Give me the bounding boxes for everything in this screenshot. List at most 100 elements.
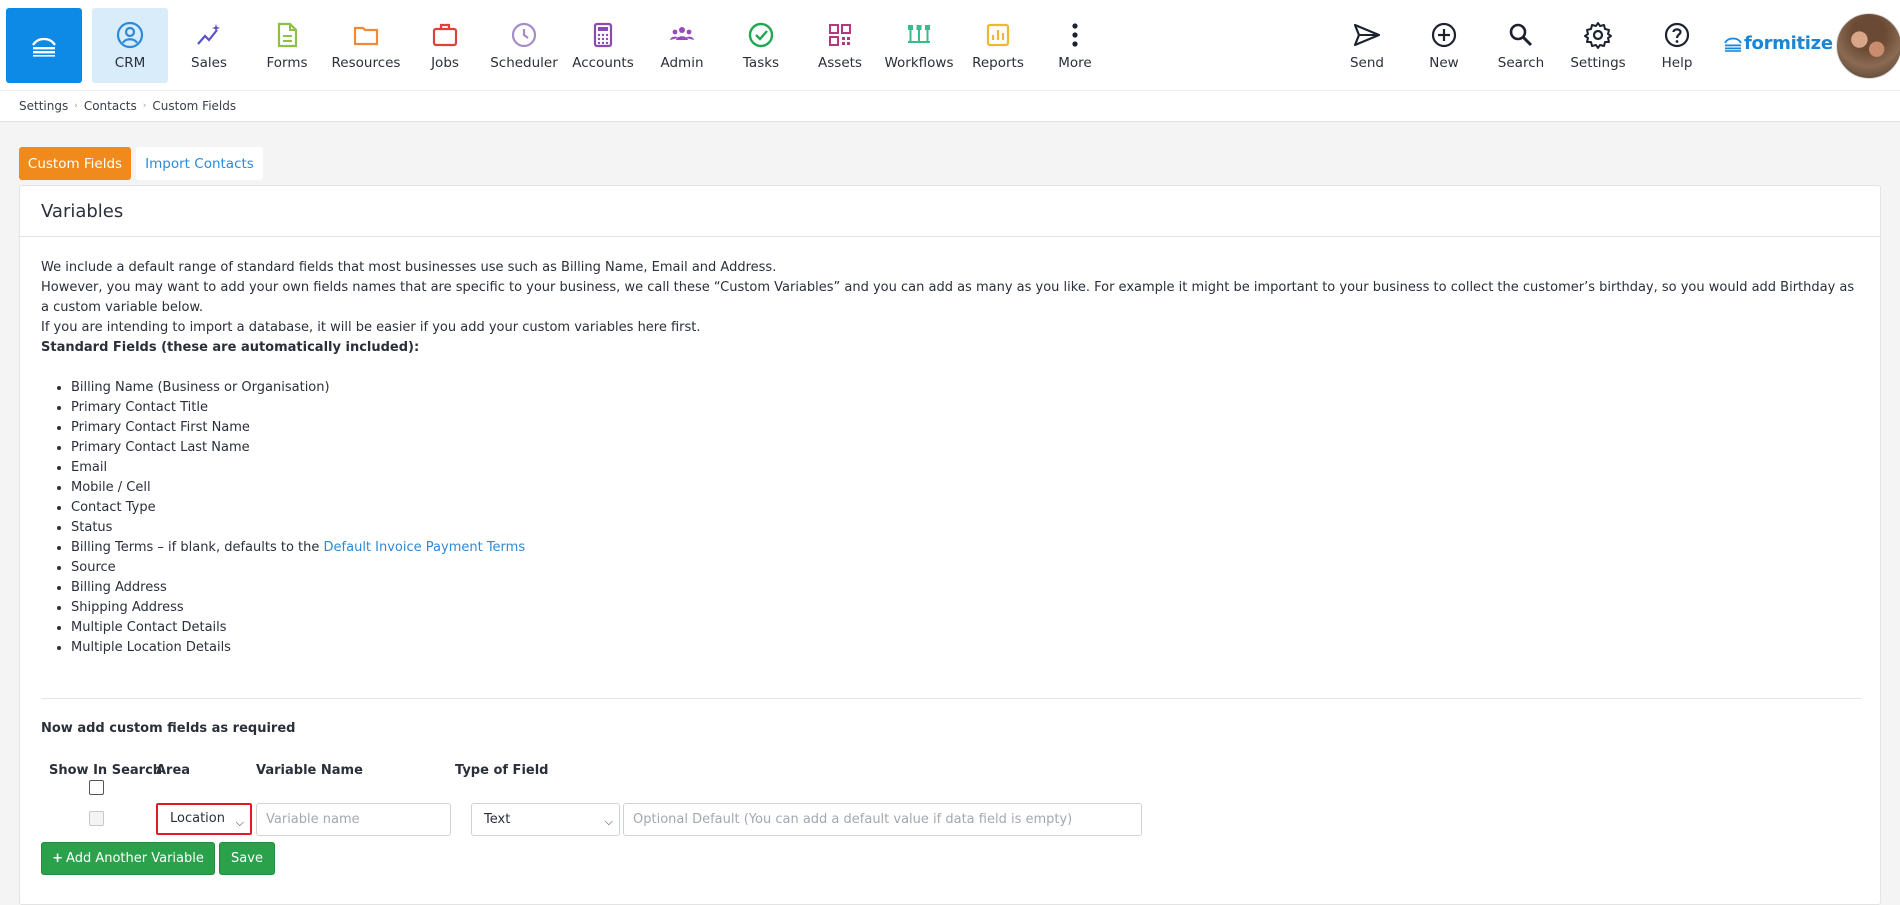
nav-help[interactable]: Help: [1639, 8, 1715, 83]
list-item: Source: [71, 558, 1861, 578]
nav-forms[interactable]: Forms: [249, 8, 325, 83]
breadcrumb-separator-icon: ›: [142, 101, 147, 111]
search-icon: [1509, 23, 1533, 47]
nav-label: Tasks: [742, 55, 780, 71]
nav-scheduler[interactable]: Scheduler: [486, 8, 562, 83]
trend-sparkle-icon: [197, 24, 220, 45]
nav-more[interactable]: More: [1037, 8, 1113, 83]
panel-title: Variables: [20, 186, 1880, 237]
nav-workflows[interactable]: Workflows: [881, 8, 957, 83]
show-in-search-checkbox[interactable]: [89, 811, 104, 826]
nav-assets[interactable]: Assets: [802, 8, 878, 83]
divider: [41, 698, 1861, 699]
list-item: Primary Contact Title: [71, 398, 1861, 418]
user-circle-icon: [116, 21, 144, 49]
clock-icon: [511, 22, 537, 48]
nav-label: Scheduler: [490, 55, 558, 71]
nav-label: Accounts: [572, 55, 634, 71]
breadcrumb-settings[interactable]: Settings: [19, 99, 68, 113]
list-item: Status: [71, 518, 1861, 538]
nav-label: Settings: [1570, 55, 1626, 71]
nav-label: Sales: [191, 55, 227, 71]
breadcrumb: Settings › Contacts › Custom Fields: [0, 90, 1900, 122]
nav-label: Forms: [266, 55, 308, 71]
field-type-value: Text: [484, 811, 511, 827]
plus-icon: +: [52, 850, 64, 866]
top-navigation: CRM Sales Forms Resources Jobs Scheduler…: [0, 0, 1900, 90]
nav-search[interactable]: Search: [1483, 8, 1559, 83]
area-select-value: Location: [170, 811, 225, 826]
avatar[interactable]: [1836, 13, 1900, 79]
nav-label: Search: [1497, 55, 1545, 71]
column-area: Area: [156, 763, 191, 778]
brand-name: formitize: [1744, 33, 1833, 54]
column-show-in-search: Show In Search: [49, 763, 163, 778]
gear-icon: [1584, 22, 1612, 49]
add-another-variable-label: Add Another Variable: [66, 850, 204, 866]
billing-terms-text: Billing Terms – if blank, defaults to th…: [71, 540, 324, 555]
standard-fields-list: Billing Name (Business or Organisation) …: [41, 378, 1861, 658]
brand-logo[interactable]: formitize: [1724, 33, 1833, 54]
breadcrumb-separator-icon: ›: [74, 101, 78, 111]
nav-settings[interactable]: Settings: [1560, 8, 1636, 83]
folder-icon: [353, 26, 379, 46]
column-variable-name: Variable Name: [256, 763, 363, 778]
tab-import-contacts[interactable]: Import Contacts: [136, 147, 263, 180]
intro-paragraph: If you are intending to import a databas…: [41, 320, 701, 335]
nav-admin[interactable]: Admin: [644, 8, 720, 83]
intro-paragraph: However, you may want to add your own fi…: [41, 280, 1855, 315]
nav-label: Help: [1661, 55, 1693, 71]
list-item: Primary Contact Last Name: [71, 438, 1861, 458]
qr-code-icon: [829, 24, 851, 46]
check-circle-icon: [748, 22, 774, 48]
chevron-down-icon: ⌵: [235, 816, 244, 829]
field-type-select[interactable]: Text ⌵: [471, 803, 620, 836]
bar-chart-icon: [986, 23, 1010, 47]
nav-sales[interactable]: Sales: [171, 8, 247, 83]
plus-circle-icon: [1431, 22, 1457, 48]
tab-custom-fields[interactable]: Custom Fields: [19, 147, 131, 180]
nav-label: Reports: [972, 55, 1024, 71]
nav-label: More: [1058, 55, 1092, 71]
nav-label: Jobs: [431, 55, 459, 71]
breadcrumb-contacts[interactable]: Contacts: [84, 99, 137, 113]
more-vertical-icon: [1072, 23, 1078, 47]
nav-send[interactable]: Send: [1329, 8, 1405, 83]
column-type-of-field: Type of Field: [455, 763, 549, 778]
nav-label: Workflows: [884, 55, 954, 71]
save-button[interactable]: Save: [219, 842, 275, 875]
list-item: Multiple Contact Details: [71, 618, 1861, 638]
variable-name-input[interactable]: Variable name: [256, 803, 451, 836]
list-item: Billing Address: [71, 578, 1861, 598]
workflow-icon: [908, 25, 930, 43]
list-item: Billing Terms – if blank, defaults to th…: [71, 538, 1861, 558]
intro-text: We include a default range of standard f…: [41, 258, 1861, 658]
custom-fields-heading: Now add custom fields as required: [41, 721, 296, 736]
nav-new[interactable]: New: [1406, 8, 1482, 83]
list-item: Email: [71, 458, 1861, 478]
add-another-variable-button[interactable]: + Add Another Variable: [41, 842, 215, 875]
list-item: Multiple Location Details: [71, 638, 1861, 658]
area-select[interactable]: Location ⌵: [156, 803, 252, 835]
brand-logo-icon: [1724, 37, 1742, 52]
list-item: Primary Contact First Name: [71, 418, 1861, 438]
list-item: Billing Name (Business or Organisation): [71, 378, 1861, 398]
breadcrumb-custom-fields: Custom Fields: [152, 99, 237, 113]
nav-reports[interactable]: Reports: [960, 8, 1036, 83]
show-in-search-all-checkbox[interactable]: [89, 780, 104, 795]
users-icon: [670, 27, 694, 40]
nav-jobs[interactable]: Jobs: [407, 8, 483, 83]
nav-tasks[interactable]: Tasks: [723, 8, 799, 83]
briefcase-icon: [432, 23, 458, 47]
nav-accounts[interactable]: Accounts: [565, 8, 641, 83]
home-button[interactable]: [6, 8, 82, 83]
nav-resources[interactable]: Resources: [328, 8, 404, 83]
nav-label: Send: [1349, 55, 1384, 71]
default-value-input[interactable]: Optional Default (You can add a default …: [623, 803, 1142, 836]
home-logo-icon: [32, 37, 56, 57]
nav-label: New: [1429, 55, 1459, 71]
nav-crm[interactable]: CRM: [92, 8, 168, 83]
standard-fields-heading: Standard Fields (these are automatically…: [41, 340, 420, 355]
default-invoice-terms-link[interactable]: Default Invoice Payment Terms: [324, 540, 526, 555]
calculator-icon: [593, 22, 613, 48]
